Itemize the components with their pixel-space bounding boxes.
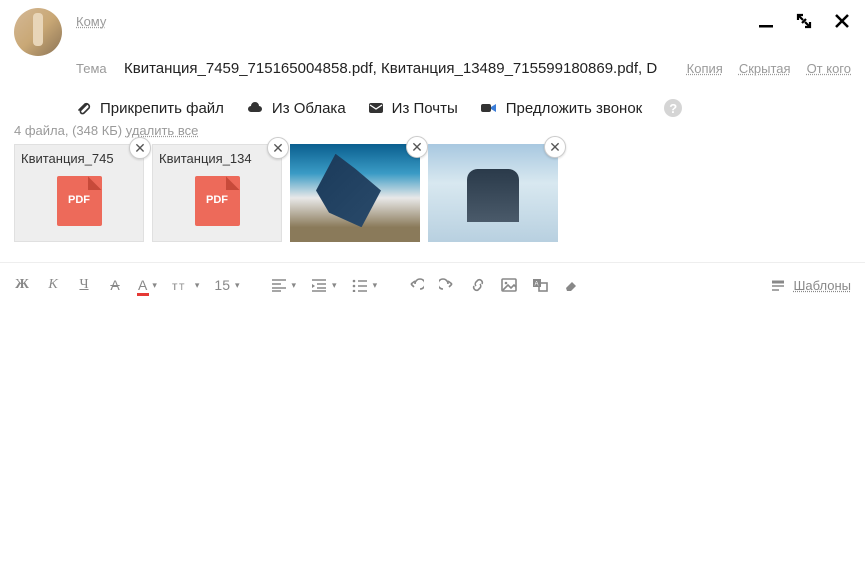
list-button[interactable] (352, 278, 378, 292)
undo-button[interactable] (408, 278, 424, 292)
image-icon (501, 278, 517, 292)
remove-attachment-button[interactable]: ✕ (129, 137, 151, 159)
link-icon (470, 278, 486, 292)
video-icon (480, 100, 498, 116)
eraser-icon (563, 278, 579, 292)
subject-label: Тема (76, 61, 124, 76)
font-size-case-button[interactable]: тT (172, 278, 200, 292)
attach-cloud-button[interactable]: Из Облака (246, 100, 346, 117)
strikethrough-button[interactable]: A (107, 277, 123, 293)
attach-file-label: Прикрепить файл (100, 100, 224, 117)
pdf-icon (57, 176, 102, 226)
cc-link[interactable]: Копия (687, 61, 723, 76)
redo-button[interactable] (439, 278, 455, 292)
attachments-count: 4 файла, (348 КБ) (14, 123, 126, 138)
bcc-link[interactable]: Скрытая (739, 61, 791, 76)
close-button[interactable] (833, 12, 851, 30)
subject-input[interactable]: Квитанция_7459_715165004858.pdf, Квитанц… (124, 60, 687, 77)
remove-attachment-button[interactable]: ✕ (406, 136, 428, 158)
suggest-call-button[interactable]: Предложить звонок (480, 100, 642, 117)
attachment-thumb[interactable]: Квитанция_134 ✕ (152, 144, 282, 242)
attachment-thumb[interactable]: ✕ (290, 144, 420, 242)
redo-icon (439, 278, 455, 292)
indent-icon (311, 278, 327, 292)
image-button[interactable] (501, 278, 517, 292)
attach-file-button[interactable]: Прикрепить файл (76, 100, 224, 117)
svg-text:т: т (172, 279, 178, 292)
attach-mail-button[interactable]: Из Почты (368, 100, 458, 117)
bold-button[interactable]: Ж (14, 277, 30, 293)
paperclip-icon (76, 100, 92, 116)
translate-icon: A (532, 278, 548, 292)
italic-button[interactable]: К (45, 277, 61, 293)
envelope-icon (368, 100, 384, 116)
attachment-thumb[interactable]: ✕ (428, 144, 558, 242)
remove-attachment-button[interactable]: ✕ (544, 136, 566, 158)
indent-button[interactable] (311, 278, 337, 292)
text-color-button[interactable] (138, 277, 157, 293)
template-icon (770, 278, 786, 292)
attach-mail-label: Из Почты (392, 100, 458, 117)
delete-all-link[interactable]: удалить все (126, 123, 199, 138)
attach-cloud-label: Из Облака (272, 100, 346, 117)
cloud-icon (246, 100, 264, 116)
link-button[interactable] (470, 278, 486, 292)
help-icon[interactable]: ? (664, 99, 682, 117)
undo-icon (408, 278, 424, 292)
clear-formatting-button[interactable] (563, 278, 579, 292)
suggest-call-label: Предложить звонок (506, 100, 642, 117)
translate-button[interactable]: A (532, 278, 548, 292)
avatar[interactable] (14, 8, 62, 56)
to-field-label[interactable]: Кому (76, 14, 106, 29)
pdf-icon (195, 176, 240, 226)
attachment-name: Квитанция_745 (15, 145, 143, 166)
attachments-summary: 4 файла, (348 КБ) удалить все (14, 123, 851, 138)
svg-text:T: T (179, 282, 185, 292)
list-icon (352, 278, 368, 292)
maximize-button[interactable] (795, 12, 813, 30)
attachment-name: Квитанция_134 (153, 145, 281, 166)
font-size-button[interactable]: 15 (214, 277, 239, 293)
templates-button[interactable]: Шаблоны (794, 278, 852, 293)
align-button[interactable] (271, 278, 297, 292)
remove-attachment-button[interactable]: ✕ (267, 137, 289, 159)
minimize-button[interactable] (757, 12, 775, 30)
from-link[interactable]: От кого (807, 61, 851, 76)
align-left-icon (271, 278, 287, 292)
svg-text:A: A (535, 282, 539, 288)
underline-button[interactable]: Ч (76, 277, 92, 293)
attachment-thumb[interactable]: Квитанция_745 ✕ (14, 144, 144, 242)
